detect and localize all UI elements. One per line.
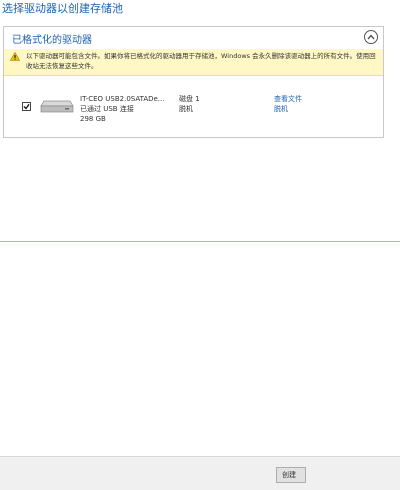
disk-info: 磁盘 1 脱机 — [179, 94, 200, 114]
warning-icon — [10, 52, 20, 61]
drive-row: IT-CEO USB2.0SATADe... 已通过 USB 连接 298 GB… — [4, 91, 383, 131]
drive-links: 查看文件 脱机 — [274, 94, 302, 114]
drive-info: IT-CEO USB2.0SATADe... 已通过 USB 连接 298 GB — [80, 94, 164, 124]
create-button[interactable]: 创建 — [276, 467, 306, 483]
formatted-drives-panel: 已格式化的驱动器 以下驱动器可能包含文件。如果你将已格式化的驱动器用于存储池，W… — [3, 26, 384, 138]
chevron-up-icon — [367, 34, 375, 40]
panel-header: 已格式化的驱动器 — [4, 27, 383, 50]
disk-number: 磁盘 1 — [179, 95, 200, 103]
drive-size: 298 GB — [80, 115, 106, 123]
warning-text: 以下驱动器可能包含文件。如果你将已格式化的驱动器用于存储池，Windows 会永… — [26, 52, 376, 70]
drive-name: IT-CEO USB2.0SATADe... — [80, 95, 165, 103]
drive-connection: 已通过 USB 连接 — [80, 105, 134, 113]
bottom-bar: 创建 — [0, 456, 400, 490]
divider — [0, 241, 400, 242]
offline-link[interactable]: 脱机 — [274, 104, 302, 114]
page-title: 选择驱动器以创建存储池 — [2, 2, 123, 15]
warning-banner: 以下驱动器可能包含文件。如果你将已格式化的驱动器用于存储池，Windows 会永… — [4, 49, 383, 76]
checkmark-icon — [23, 103, 30, 110]
collapse-button[interactable] — [364, 30, 378, 44]
drive-checkbox[interactable] — [22, 102, 31, 111]
panel-title: 已格式化的驱动器 — [12, 35, 92, 46]
disk-status: 脱机 — [179, 105, 193, 113]
hard-drive-icon — [40, 100, 74, 113]
view-files-link[interactable]: 查看文件 — [274, 94, 302, 104]
